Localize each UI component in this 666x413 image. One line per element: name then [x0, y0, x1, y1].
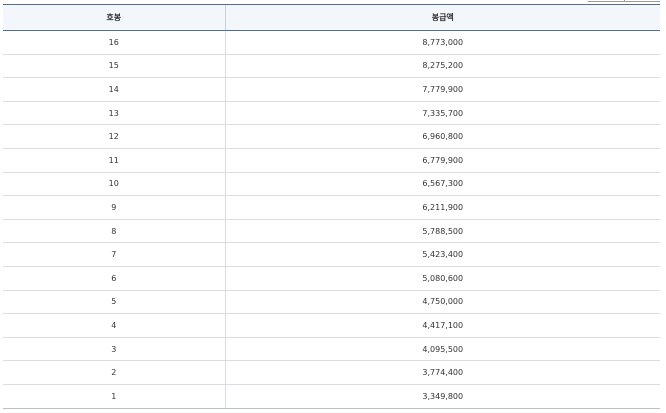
salary-cell: 7,335,700 [224, 101, 660, 126]
table-row: 2 3,774,400 [3, 360, 660, 385]
table-row: 3 4,095,500 [3, 337, 660, 362]
grade-cell: 6 [3, 266, 225, 291]
salary-cell: 7,779,900 [224, 77, 660, 102]
grade-cell: 16 [3, 30, 225, 55]
salary-cell: 6,567,300 [224, 172, 660, 197]
grade-cell: 4 [3, 313, 225, 338]
salary-cell: 3,774,400 [224, 360, 660, 385]
table-row: 16 8,773,000 [3, 30, 660, 55]
grade-cell: 10 [3, 172, 225, 197]
table-row: 6 5,080,600 [3, 266, 660, 291]
table-body: 16 8,773,000 15 8,275,200 14 7,779,900 13 7,335… [3, 30, 660, 409]
column-header-salary: 봉급액 [224, 4, 660, 31]
salary-cell: 6,960,800 [224, 124, 660, 149]
salary-cell: 8,773,000 [224, 30, 660, 55]
salary-cell: 5,080,600 [224, 266, 660, 291]
table-row: 9 6,211,900 [3, 195, 660, 220]
grade-cell: 5 [3, 290, 225, 315]
salary-cell: 4,095,500 [224, 337, 660, 362]
table-row: 13 7,335,700 [3, 101, 660, 126]
grade-cell: 1 [3, 384, 225, 409]
salary-cell: 6,211,900 [224, 195, 660, 220]
grade-cell: 2 [3, 360, 225, 385]
grade-cell: 15 [3, 54, 225, 79]
table-row: 5 4,750,000 [3, 290, 660, 315]
salary-cell: 8,275,200 [224, 54, 660, 79]
grade-cell: 9 [3, 195, 225, 220]
salary-cell: 4,417,100 [224, 313, 660, 338]
grade-cell: 8 [3, 219, 225, 244]
table-row: 10 6,567,300 [3, 172, 660, 197]
table-row: 15 8,275,200 [3, 54, 660, 79]
salary-cell: 4,750,000 [224, 290, 660, 315]
salary-cell: 5,788,500 [224, 219, 660, 244]
grade-cell: 3 [3, 337, 225, 362]
column-header-grade: 호봉 [3, 4, 225, 31]
table-row: 4 4,417,100 [3, 313, 660, 338]
grade-cell: 12 [3, 124, 225, 149]
table-row: 7 5,423,400 [3, 242, 660, 267]
salary-table-container: 호봉 봉급액 16 8,773,000 15 8,275,200 14 7,779,900… [3, 4, 660, 409]
table-row: 11 6,779,900 [3, 148, 660, 173]
salary-table: 호봉 봉급액 16 8,773,000 15 8,275,200 14 7,779,900… [3, 4, 660, 409]
salary-cell: 6,779,900 [224, 148, 660, 173]
grade-cell: 7 [3, 242, 225, 267]
grade-cell: 13 [3, 101, 225, 126]
table-header: 호봉 봉급액 [3, 4, 660, 31]
table-row: 12 6,960,800 [3, 124, 660, 149]
table-row: 14 7,779,900 [3, 77, 660, 102]
table-row: 1 3,349,800 [3, 384, 660, 409]
salary-cell: 5,423,400 [224, 242, 660, 267]
salary-cell: 3,349,800 [224, 384, 660, 409]
header-row: 호봉 봉급액 [3, 4, 660, 31]
grade-cell: 14 [3, 77, 225, 102]
grade-cell: 11 [3, 148, 225, 173]
table-row: 8 5,788,500 [3, 219, 660, 244]
top-right-tick [624, 0, 625, 2]
